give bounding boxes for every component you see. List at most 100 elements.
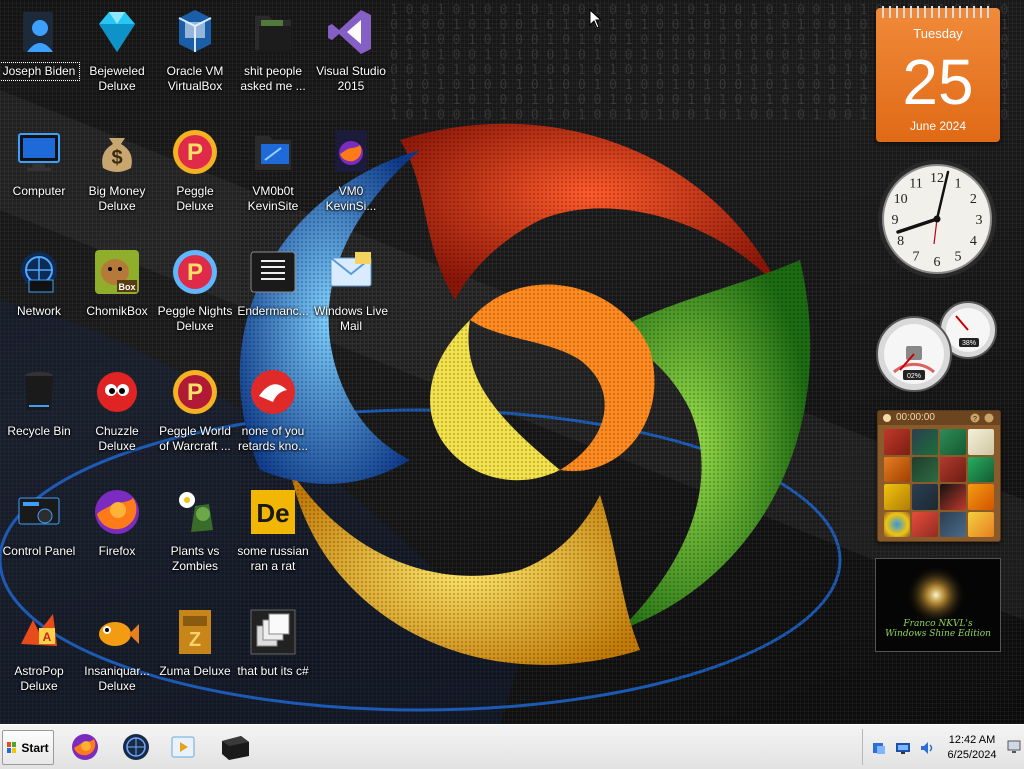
desktop-icon-peggle[interactable]: P Peggle Deluxe xyxy=(156,120,234,232)
tray-time: 12:42 AM xyxy=(948,734,996,746)
desktop-icon-computer-monitor[interactable]: Computer xyxy=(0,120,78,232)
puzzle-tile[interactable] xyxy=(940,429,966,455)
desktop-icon-label: Network xyxy=(16,304,61,318)
desktop-icon-folder[interactable]: shit people asked me ... xyxy=(234,0,312,112)
desktop-icon-label: Windows Live Mail xyxy=(313,304,389,333)
slideshow-gadget[interactable]: Franco NKVL's Windows Shine Edition xyxy=(875,558,1001,652)
astropop-icon: A xyxy=(13,606,65,658)
clock-gadget[interactable]: 12 12 3 45678 9 1011 xyxy=(876,158,998,280)
desktop-icon-mail-envelope[interactable]: Windows Live Mail xyxy=(312,240,390,352)
desktop-icon-virtualbox[interactable]: Oracle VM VirtualBox xyxy=(156,0,234,112)
desktop-icon-peggle-nights[interactable]: P Peggle Nights Deluxe xyxy=(156,240,234,352)
desktop-icon-label: none of you retards kno... xyxy=(237,424,309,453)
desktop-icon-de-logo[interactable]: De some russian ran a rat xyxy=(234,480,312,592)
desktop-icon-recycle-bin[interactable]: Recycle Bin xyxy=(0,360,78,472)
puzzle-tile[interactable] xyxy=(912,456,938,482)
desktop-icon-label: Big Money Deluxe xyxy=(88,184,146,213)
puzzle-tile[interactable] xyxy=(912,511,938,537)
control-panel-icon xyxy=(13,486,65,538)
desktop-icon-money-bag[interactable]: $ Big Money Deluxe xyxy=(78,120,156,232)
taskbar-clock[interactable]: 12:42 AM 6/25/2024 xyxy=(939,733,1005,763)
network-icon[interactable] xyxy=(895,740,911,756)
desktop-icon-peggle-wow[interactable]: P Peggle World of Warcraft ... xyxy=(156,360,234,472)
calendar-day: 25 xyxy=(902,46,974,118)
tray-date: 6/25/2024 xyxy=(947,749,997,761)
puzzle-help-icon[interactable]: ? xyxy=(970,413,980,423)
volume-icon[interactable] xyxy=(919,740,935,756)
picture-puzzle-gadget[interactable]: 00:00:00 ? xyxy=(877,410,1001,542)
desktop-icon-label: AstroPop Deluxe xyxy=(14,664,64,693)
puzzle-timer: 00:00:00 xyxy=(896,412,935,423)
desktop-icon-control-panel[interactable]: Control Panel xyxy=(0,480,78,592)
firefox-document-icon xyxy=(325,126,377,178)
puzzle-tile[interactable] xyxy=(912,484,938,510)
desktop-icon-goldfish[interactable]: Insaniquar... Deluxe xyxy=(78,600,156,712)
puzzle-tile[interactable] xyxy=(968,484,994,510)
desktop-icon-astropop[interactable]: A AstroPop Deluxe xyxy=(0,600,78,712)
desktop-icon-zuma-idol[interactable]: Z Zuma Deluxe xyxy=(156,600,234,712)
desktop-icon-text-document[interactable]: Endermanc... xyxy=(234,240,312,352)
svg-text:P: P xyxy=(187,139,203,166)
desktop-icon-label: shit people asked me ... xyxy=(240,64,306,93)
desktop-icon-folder-monitor[interactable]: VM0b0t KevinSite xyxy=(234,120,312,232)
desktop-icon-label: Joseph Biden xyxy=(0,62,80,81)
desktop-icon-label: Peggle Deluxe xyxy=(176,184,214,213)
puzzle-tile[interactable] xyxy=(940,456,966,482)
desktop-icon-firefox-document[interactable]: VM0 KevinSi... xyxy=(312,120,390,232)
windows-flag-icon xyxy=(7,741,17,753)
desktop-icon-visual-studio[interactable]: Visual Studio 2015 xyxy=(312,0,390,112)
desktop-icon-plants-vs-zombies[interactable]: Plants vs Zombies xyxy=(156,480,234,592)
desktop-icon-firefox[interactable]: Firefox xyxy=(78,480,156,592)
puzzle-tile[interactable] xyxy=(884,511,910,537)
calendar-gadget[interactable]: Tuesday 25 June 2024 xyxy=(876,6,1000,142)
desktop-icon-red-circle-mascot[interactable]: none of you retards kno... xyxy=(234,360,312,472)
puzzle-timer-icon xyxy=(883,414,891,422)
desktop-icon-user-folder[interactable]: Joseph Biden xyxy=(0,0,80,112)
computer-monitor-icon xyxy=(13,126,65,178)
cpu-meter-gadget[interactable]: 38% 02% xyxy=(876,300,1000,392)
puzzle-tile[interactable] xyxy=(912,429,938,455)
desktop-icon-label: Endermanc... xyxy=(237,304,309,318)
show-desktop-icon[interactable] xyxy=(1007,739,1021,755)
desktop-icon-label: Computer xyxy=(12,184,66,198)
clock-numeral: 8 xyxy=(897,234,904,249)
visual-studio-icon xyxy=(325,6,377,58)
desktop-icon-label: Chuzzle Deluxe xyxy=(95,424,139,453)
diamond-gem-icon xyxy=(91,6,143,58)
chuzzle-icon xyxy=(91,366,143,418)
folder-icon xyxy=(247,6,299,58)
puzzle-shuffle-icon[interactable] xyxy=(984,413,994,423)
puzzle-tile[interactable] xyxy=(940,484,966,510)
firefox-icon xyxy=(72,734,98,760)
desktop-icon-network-globe[interactable]: Network xyxy=(0,240,78,352)
stacked-windows-icon xyxy=(247,606,299,658)
cpu-percent: 02% xyxy=(907,373,921,380)
desktop[interactable]: 1 0 0 1 0 1 0 0 1 0 1 0 0 1 0 1 0 0 1 0 … xyxy=(0,0,1024,724)
puzzle-tile[interactable] xyxy=(884,429,910,455)
taskbar-pin-firefox[interactable] xyxy=(68,731,102,763)
taskbar-pin-globe[interactable] xyxy=(119,731,153,763)
puzzle-tile[interactable] xyxy=(968,456,994,482)
desktop-icon-stacked-windows[interactable]: that but its c# xyxy=(234,600,312,712)
puzzle-grid[interactable] xyxy=(884,429,994,537)
tray-app-icon[interactable] xyxy=(871,740,887,756)
start-button[interactable]: Start xyxy=(2,730,54,765)
start-label: Start xyxy=(21,740,49,755)
mail-envelope-icon xyxy=(325,246,377,298)
clock-numeral: 4 xyxy=(970,234,977,249)
desktop-icon-chuzzle[interactable]: Chuzzle Deluxe xyxy=(78,360,156,472)
clock-numeral: 12 xyxy=(930,171,944,186)
puzzle-tile[interactable] xyxy=(884,484,910,510)
desktop-icon-diamond-gem[interactable]: Bejeweled Deluxe xyxy=(78,0,156,112)
clock-numeral: 11 xyxy=(909,177,922,192)
puzzle-tile[interactable] xyxy=(968,429,994,455)
taskbar-pin-black-window[interactable] xyxy=(218,731,252,763)
taskbar-pin-media-player[interactable] xyxy=(166,731,200,763)
media-player-icon xyxy=(171,736,195,758)
puzzle-tile[interactable] xyxy=(884,456,910,482)
puzzle-tile[interactable] xyxy=(940,511,966,537)
clock-numeral: 6 xyxy=(934,255,941,270)
desktop-icon-chomikbox-hamster[interactable]: Box ChomikBox xyxy=(78,240,156,352)
firefox-icon xyxy=(91,486,143,538)
puzzle-tile[interactable] xyxy=(968,511,994,537)
